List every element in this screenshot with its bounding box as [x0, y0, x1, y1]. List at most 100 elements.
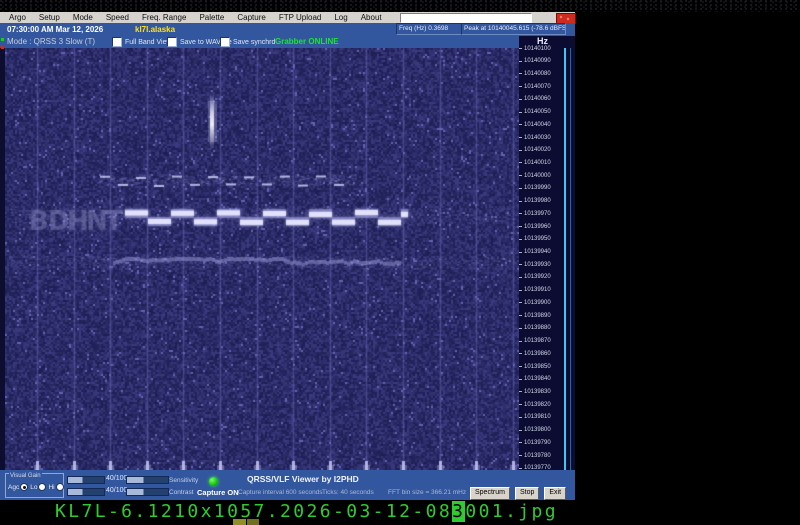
- exit-button[interactable]: Exit: [544, 487, 567, 500]
- checkbox-save-synchrd[interactable]: [220, 37, 230, 47]
- visual-gain-radios: Agc Lo Hi: [8, 483, 64, 491]
- filename-statusline: KL7L-6.1210x1057.2026-03-12-083001.jpg: [55, 501, 558, 522]
- scale-label: 10139870: [519, 337, 551, 345]
- scale-label-text: 10139910: [524, 287, 551, 294]
- scale-label-text: 10140080: [524, 70, 551, 77]
- radio-item-hi: Hi: [48, 483, 64, 491]
- scale-label-text: 10140090: [524, 58, 551, 65]
- menu-item-mode[interactable]: Mode: [73, 12, 93, 23]
- scale-tick: [519, 442, 522, 444]
- mode-bar: Mode : QRSS 3 Slow (T) Full Band View Sav…: [0, 35, 575, 48]
- scale-tick: [519, 187, 522, 189]
- scale-label: 10139990: [519, 184, 551, 192]
- scale-tick: [519, 213, 522, 215]
- scale-tick: [519, 98, 522, 100]
- freq-readout: Freq (Hz) 0.3698: [396, 23, 462, 35]
- menu-item-palette[interactable]: Palette: [199, 12, 224, 23]
- scale-cursor-line: [564, 48, 566, 470]
- filename-post: 001.jpg: [465, 501, 559, 522]
- ticks-label: Ticks: 40 seconds: [322, 489, 374, 496]
- scale-label-text: 10139830: [524, 388, 551, 395]
- scale-label: 10139900: [519, 299, 551, 307]
- argo-window: Argo Setup Mode Speed Freq. Range Palette Capt…: [0, 12, 576, 500]
- scale-label-text: 10140000: [524, 172, 551, 179]
- scale-label: 10140060: [519, 95, 551, 103]
- fft-bin-label: FFT bin size = 366.21 mHz: [388, 489, 467, 496]
- scale-label-text: 10139790: [524, 439, 551, 446]
- radio-lo[interactable]: [38, 483, 47, 491]
- menu-item-setup[interactable]: Setup: [39, 12, 60, 23]
- olive-block-2: [247, 519, 259, 525]
- scale-label-text: 10139800: [524, 427, 551, 434]
- menu-item-about[interactable]: About: [361, 12, 382, 23]
- scale-label-text: 10139780: [524, 452, 551, 459]
- scale-label-text: 10139890: [524, 312, 551, 319]
- scale-tick: [519, 86, 522, 88]
- peak-readout: Peak at 10140045.615 (-78.6 dBFS): [461, 23, 566, 35]
- scale-label: 10139960: [519, 223, 551, 231]
- scale-cursor-line-dim: [570, 48, 571, 470]
- scale-label: 10139880: [519, 324, 551, 332]
- menu-item-speed[interactable]: Speed: [106, 12, 129, 23]
- info-bar: 07:30:00 AM Mar 12, 2026 kl7l.alaska Fre…: [0, 23, 575, 35]
- scale-tick: [519, 416, 522, 418]
- scale-label: 10139930: [519, 261, 551, 269]
- scale-label-text: 10140030: [524, 134, 551, 141]
- filename-cursor: 3: [452, 501, 466, 522]
- scale-tick: [519, 264, 522, 266]
- contrast-slider-right[interactable]: [126, 488, 169, 496]
- scale-label-text: 10139810: [524, 414, 551, 421]
- scale-label-text: 10140020: [524, 147, 551, 154]
- radio-agc[interactable]: [20, 483, 29, 491]
- scale-tick: [519, 124, 522, 126]
- menu-item-log[interactable]: Log: [334, 12, 347, 23]
- scale-label-text: 10139860: [524, 350, 551, 357]
- capture-interval-label: Capture interval 600 seconds: [238, 489, 323, 496]
- scale-label: 10139860: [519, 350, 551, 358]
- radio-hi[interactable]: [55, 483, 64, 491]
- scale-label: 10139980: [519, 197, 551, 205]
- scale-tick: [519, 238, 522, 240]
- capture-led-icon: [209, 477, 218, 486]
- spectrogram-canvas[interactable]: [5, 48, 519, 470]
- contrast-slider[interactable]: [67, 488, 105, 496]
- scale-label-text: 10140070: [524, 83, 551, 90]
- scale-label: 10139910: [519, 286, 551, 294]
- menu-item-capture[interactable]: Capture: [237, 12, 265, 23]
- scale-label: 10139810: [519, 413, 551, 421]
- menu-item-argo[interactable]: Argo: [9, 12, 26, 23]
- scale-label: 10140080: [519, 70, 551, 78]
- checkbox-full-band-view[interactable]: [112, 37, 122, 47]
- checkbox-save-to-wav-file[interactable]: [167, 37, 177, 47]
- scale-label: 10139890: [519, 312, 551, 320]
- scale-tick: [519, 467, 522, 469]
- scale-label-text: 10140060: [524, 96, 551, 103]
- sensitivity-slider-right[interactable]: [126, 476, 169, 484]
- mode-label: Mode : QRSS 3 Slow (T): [7, 37, 96, 46]
- scale-label-text: 10140040: [524, 121, 551, 128]
- scale-label: 10140010: [519, 159, 551, 167]
- menu-item-freq-range[interactable]: Freq. Range: [142, 12, 186, 23]
- stop-button[interactable]: Stop: [514, 487, 540, 500]
- scale-tick: [519, 391, 522, 393]
- scale-label-text: 10139920: [524, 274, 551, 281]
- scale-label: 10140020: [519, 146, 551, 154]
- scale-label-text: 10140050: [524, 109, 551, 116]
- radio-label-agc: Agc: [8, 483, 20, 491]
- spectrum-button[interactable]: Spectrum: [470, 487, 510, 500]
- scale-tick: [519, 251, 522, 253]
- visual-gain-group: Visual Gain Agc Lo Hi: [5, 473, 64, 498]
- scale-label: 10139940: [519, 248, 551, 256]
- checkbox-label-save-synchrd: Save synchrd: [233, 38, 276, 46]
- checkbox-item-full-band-view: Full Band View: [112, 37, 172, 47]
- menu-item-ftp-upload[interactable]: FTP Upload: [279, 12, 322, 23]
- scale-label-text: 10139950: [524, 236, 551, 243]
- scale-label-text: 10139850: [524, 363, 551, 370]
- checkbox-label-full-band-view: Full Band View: [125, 38, 172, 46]
- scale-tick: [519, 302, 522, 304]
- menu-bar: Argo Setup Mode Speed Freq. Range Palette Capt…: [0, 12, 576, 24]
- scale-label: 10139830: [519, 388, 551, 396]
- app-title: QRSS/VLF Viewer by I2PHD: [247, 474, 359, 484]
- sensitivity-slider[interactable]: [67, 476, 105, 484]
- scale-tick: [519, 455, 522, 457]
